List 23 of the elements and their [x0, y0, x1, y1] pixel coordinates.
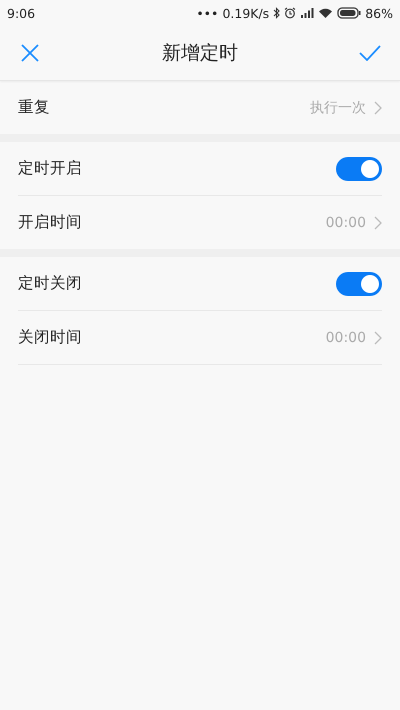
network-speed: 0.19K/s [222, 6, 270, 20]
status-time: 9:06 [7, 6, 36, 20]
chevron-icon [374, 330, 382, 344]
setting-value: 00:00 [326, 330, 366, 346]
chevron-icon [374, 216, 382, 230]
setting-label: 定时关闭 [18, 273, 83, 294]
page-title: 新增定时 [161, 41, 239, 66]
setting-label: 关闭时间 [18, 327, 83, 348]
toggle-switch[interactable] [336, 272, 382, 296]
setting-value: 00:00 [326, 214, 366, 230]
chevron-icon [374, 100, 382, 114]
battery-percent: 86% [365, 6, 393, 20]
more-dots: ••• [196, 6, 218, 20]
setting-label: 开启时间 [18, 212, 83, 233]
alarm-clock-icon [284, 7, 296, 19]
setting-label: 定时开启 [18, 158, 83, 179]
bluetooth-icon [273, 7, 280, 19]
battery-icon [337, 7, 362, 19]
toggle-switch[interactable] [336, 156, 382, 180]
signal-icon [300, 7, 314, 19]
wifi-icon [318, 7, 334, 19]
setting-label: 重复 [18, 97, 51, 118]
setting-value: 执行一次 [310, 98, 366, 116]
